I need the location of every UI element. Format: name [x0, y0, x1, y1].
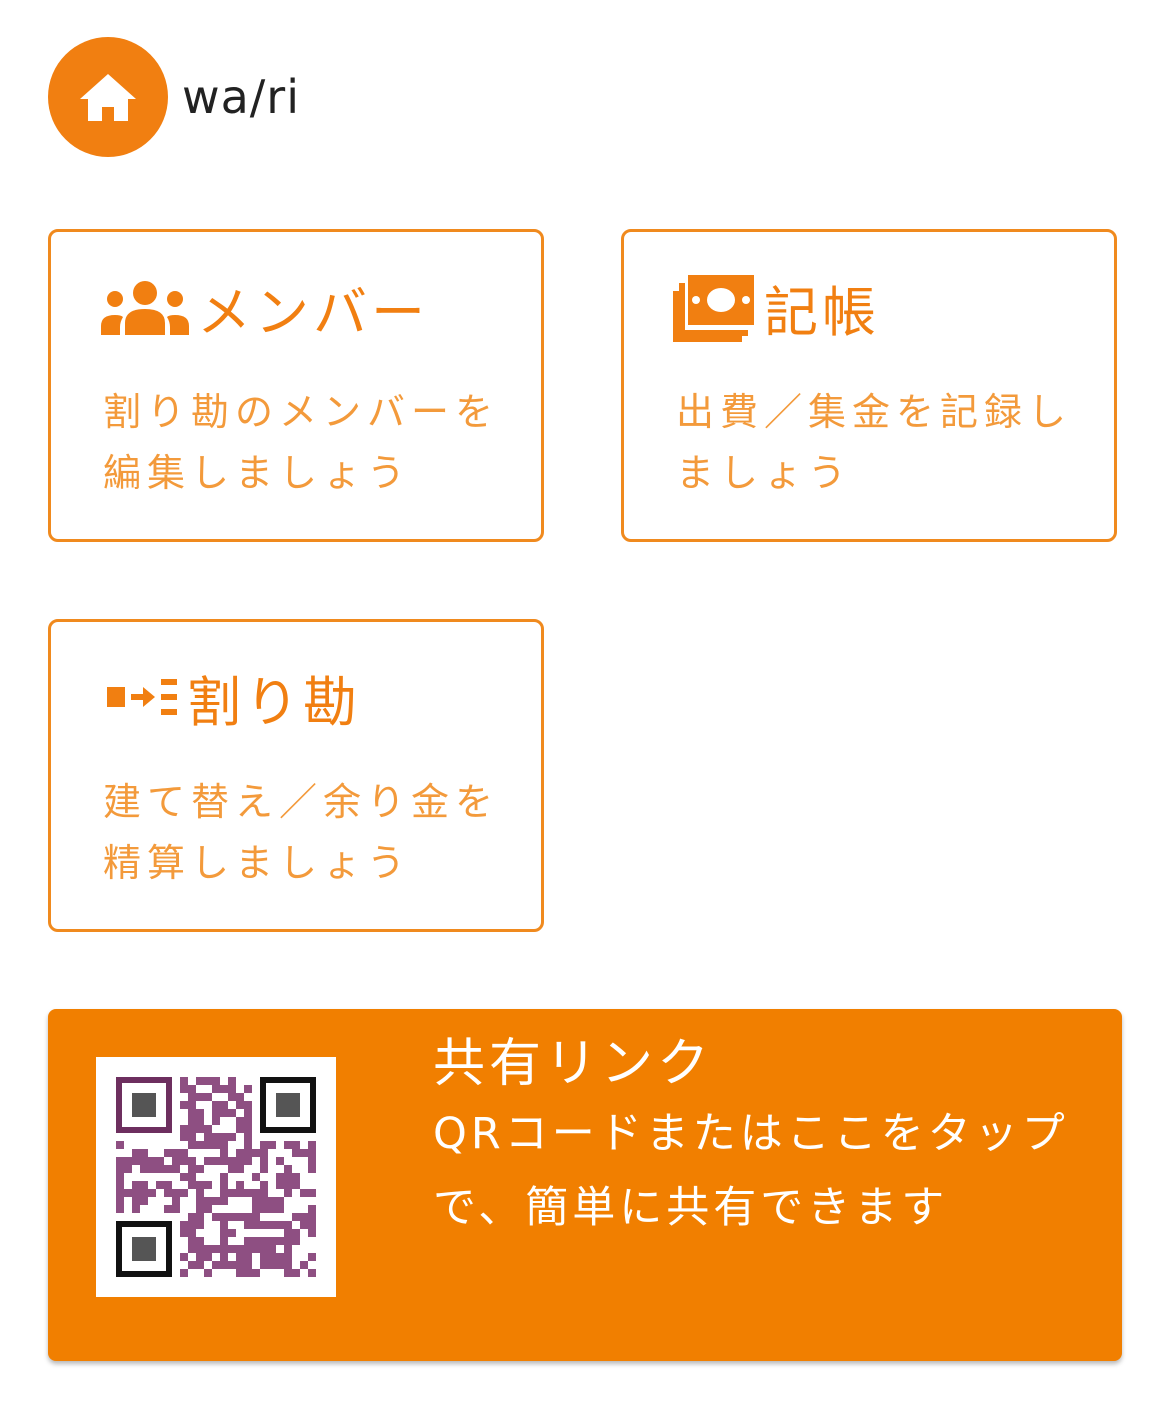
split-desc-line-2: 精算しましょう [103, 841, 412, 885]
money-bills-icon [673, 275, 754, 342]
app-header: wa/ri [48, 37, 300, 157]
ledger-desc-line-1: 出費／集金を記録し [676, 390, 1073, 434]
home-button[interactable] [48, 37, 168, 157]
members-desc-line-2: 編集しましょう [103, 451, 412, 495]
share-desc-line-1: QRコードまたはここをタップ [433, 1109, 1069, 1159]
qr-code-icon [116, 1077, 316, 1277]
share-link-title: 共有リンク [433, 1034, 714, 1094]
ledger-card-title: 記帳 [764, 280, 880, 344]
members-desc-line-1: 割り勘のメンバーを [103, 390, 500, 434]
share-link-panel[interactable]: 共有リンク QRコードまたはここをタップ で、簡単に共有できます [48, 1009, 1122, 1361]
share-qr-code[interactable] [96, 1057, 336, 1297]
members-card[interactable]: メンバー 割り勘のメンバーを 編集しましょう [48, 229, 544, 542]
split-desc-line-1: 建て替え／余り金を [103, 780, 500, 824]
split-card-description: 建て替え／余り金を 精算しましょう [103, 772, 503, 894]
home-icon [80, 74, 136, 121]
transfer-list-icon [107, 679, 177, 715]
share-desc-line-2: で、簡単に共有できます [433, 1183, 949, 1233]
split-card-title: 割り勘 [187, 670, 361, 734]
members-card-title-row: メンバー [99, 272, 429, 344]
split-card[interactable]: 割り勘 建て替え／余り金を 精算しましょう [48, 619, 544, 932]
members-card-title: メンバー [197, 280, 429, 344]
ledger-card[interactable]: 記帳 出費／集金を記録し ましょう [621, 229, 1117, 542]
ledger-desc-line-2: ましょう [676, 451, 853, 495]
ledger-card-title-row: 記帳 [672, 272, 880, 344]
share-link-description: QRコードまたはここをタップ で、簡単に共有できます [433, 1097, 1093, 1245]
app-title: wa/ri [182, 70, 301, 124]
users-icon [101, 281, 189, 335]
ledger-card-description: 出費／集金を記録し ましょう [676, 382, 1076, 504]
members-card-description: 割り勘のメンバーを 編集しましょう [103, 382, 503, 504]
split-card-title-row: 割り勘 [99, 662, 361, 734]
